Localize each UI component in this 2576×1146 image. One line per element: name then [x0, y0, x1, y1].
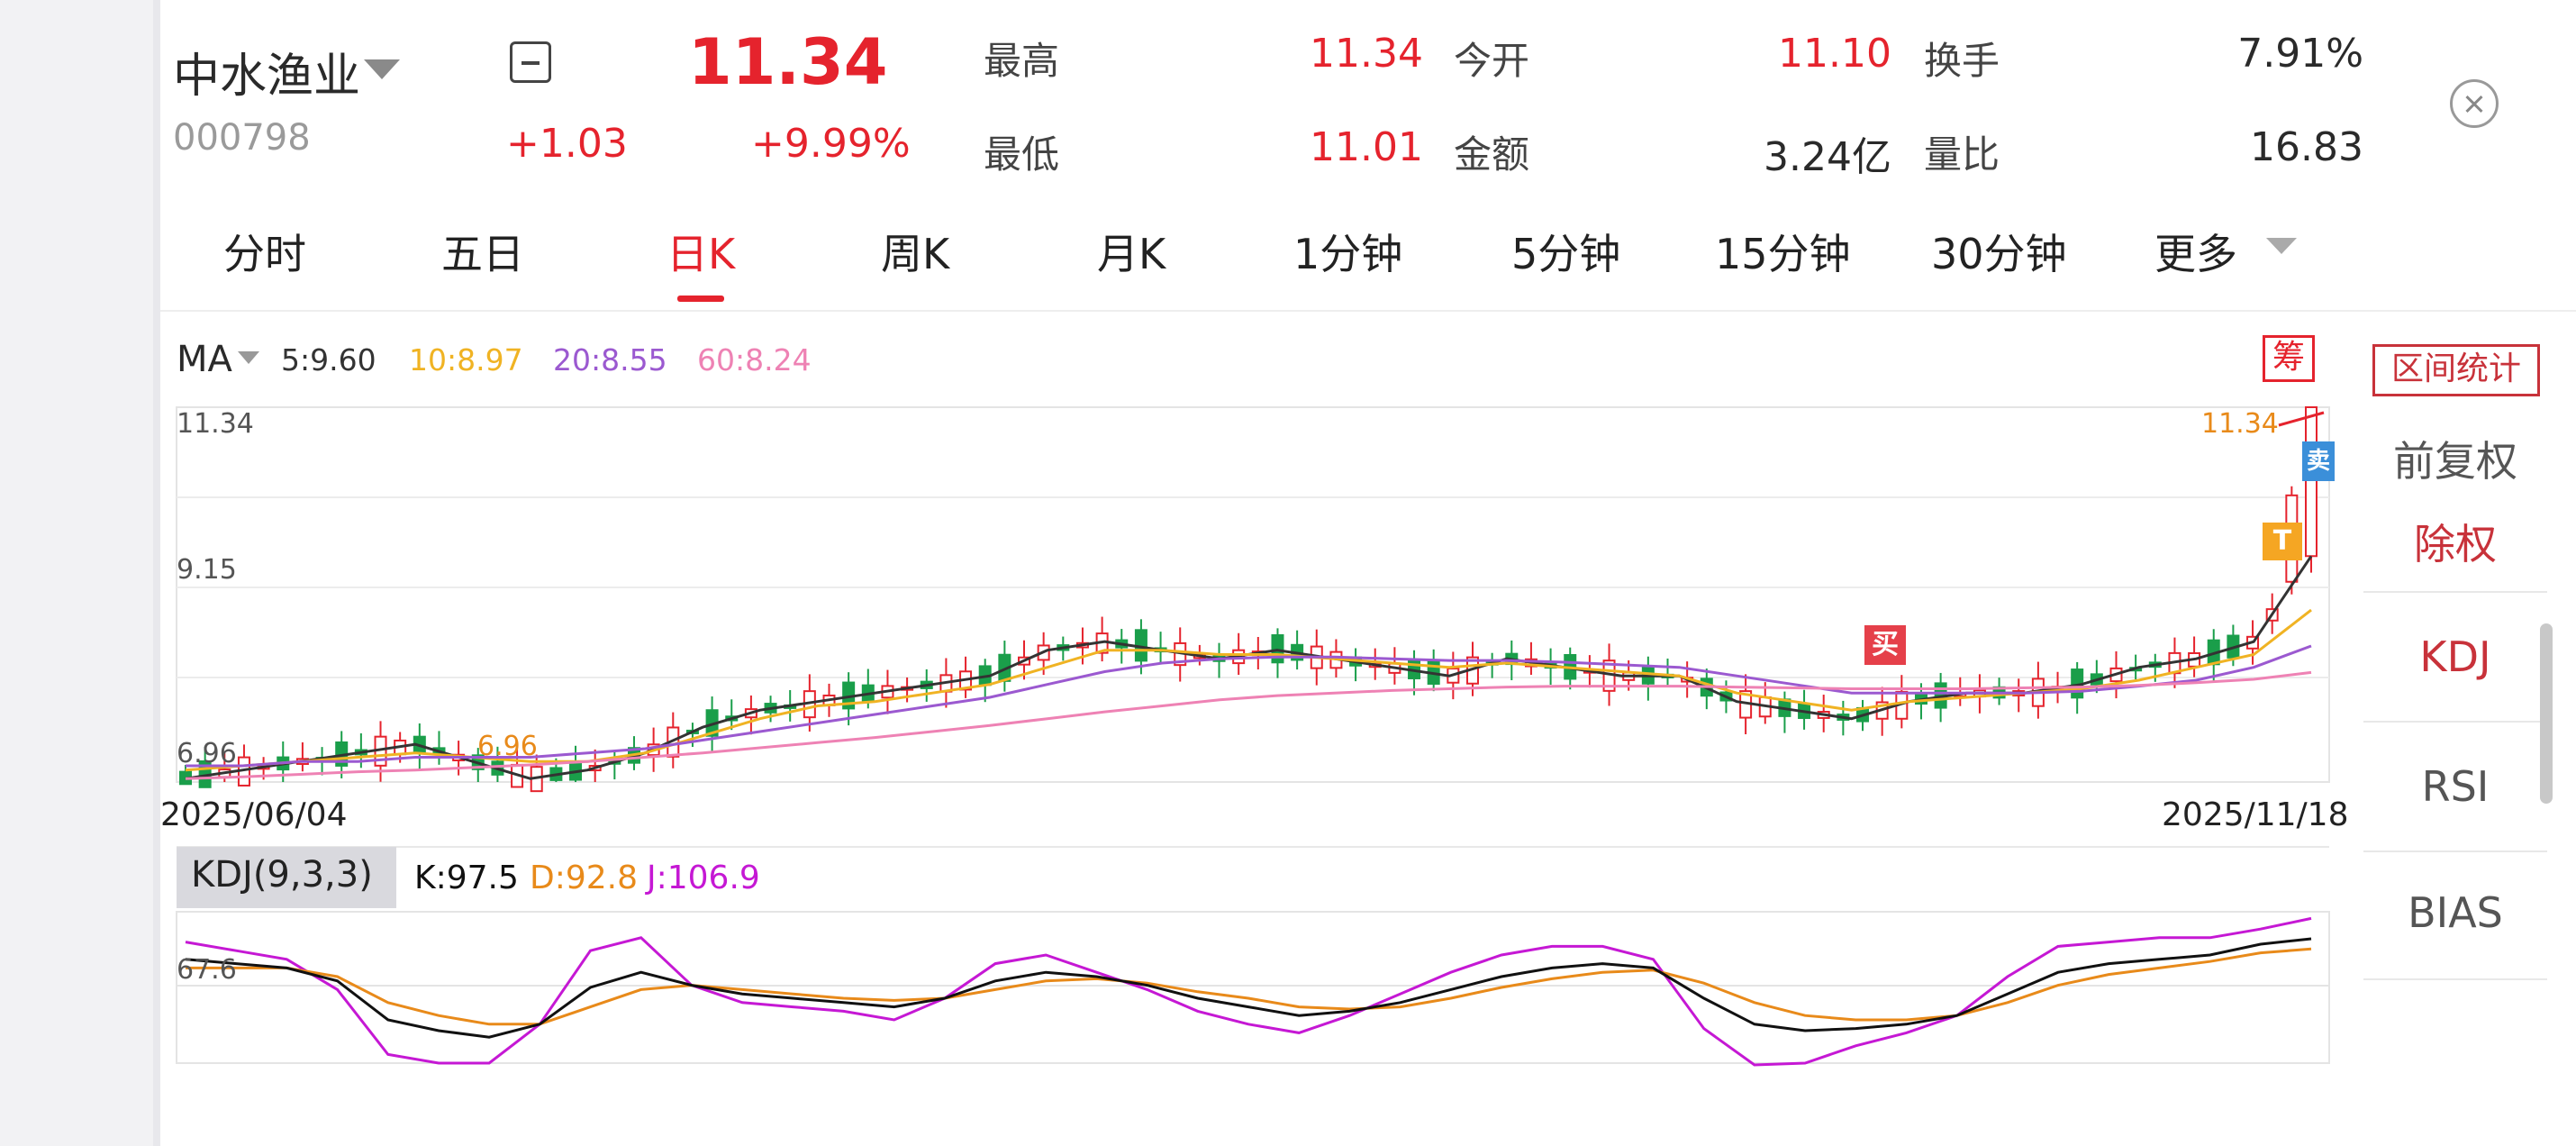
buy-signal-badge[interactable]: 买 [1864, 625, 1906, 665]
y-axis-max-label: 11.34 [177, 408, 254, 440]
kdj-j-value: J:106.9 [647, 860, 760, 896]
kline-chart[interactable]: 11.34 9.15 6.96 11.34 6.96 67.6 [0, 0, 2576, 1146]
kdj-k-value: K:97.5 [414, 860, 519, 896]
candle-body [2305, 406, 2317, 558]
y-axis-min-label: 6.96 [177, 738, 237, 769]
ma-line-ma60 [185, 670, 2312, 780]
min-price-marker: 6.96 [477, 731, 538, 762]
stock-quote-screen: 中水渔业 000798 11.34 +1.03 +9.99% 最高 11.34 … [0, 0, 2576, 1146]
kdj-pane-frame [176, 911, 2330, 1064]
kdj-line-j [185, 916, 2312, 1067]
sell-signal-badge[interactable]: 卖 [2302, 441, 2335, 481]
x-axis-start-date: 2025/06/04 [160, 796, 348, 833]
x-axis-end-date: 2025/11/18 [2162, 796, 2349, 833]
kdj-line-d [186, 947, 2312, 1026]
kdj-title[interactable]: KDJ(9,3,3) [191, 854, 373, 896]
price-pane-frame [176, 406, 2330, 783]
kdj-y-label: 67.6 [177, 954, 237, 986]
last-price-marker: 11.34 [2201, 408, 2279, 440]
kdj-d-value: D:92.8 [530, 860, 639, 896]
t-signal-badge[interactable]: T [2263, 523, 2302, 560]
y-axis-mid-label: 9.15 [177, 554, 237, 586]
